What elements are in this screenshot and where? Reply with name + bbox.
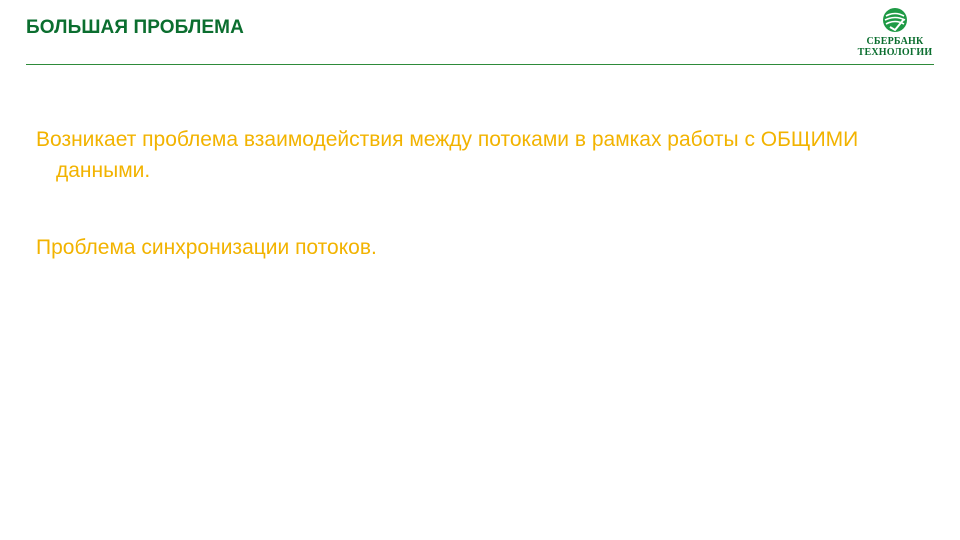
logo-text-line2: ТЕХНОЛОГИИ: [857, 47, 933, 58]
logo-text-line1: СБЕРБАНК: [866, 36, 924, 47]
sberbank-logo-icon: [883, 8, 907, 32]
body-paragraph-2: Проблема синхронизации потоков.: [36, 236, 377, 259]
body-paragraph-1: Возникает проблема взаимодействия между …: [36, 128, 859, 182]
header-divider: [26, 64, 934, 65]
company-logo: СБЕРБАНК ТЕХНОЛОГИИ: [852, 7, 938, 63]
slide-title: БОЛЬШАЯ ПРОБЛЕМА: [26, 17, 244, 38]
slide-body: Возникает проблема взаимодействия между …: [36, 124, 916, 263]
